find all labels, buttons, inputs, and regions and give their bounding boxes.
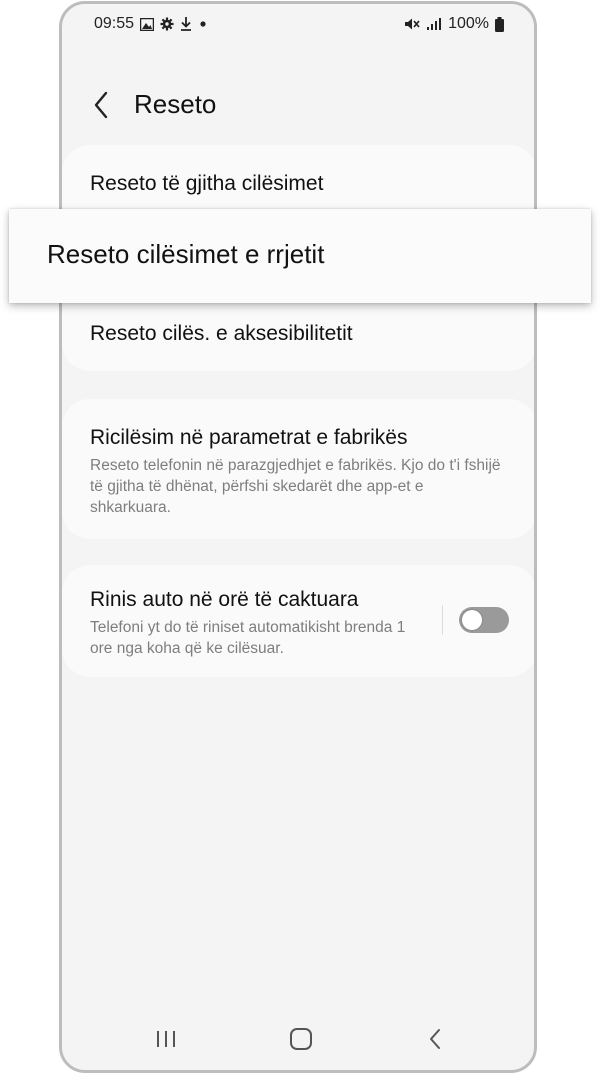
recent-apps-icon <box>157 1031 175 1047</box>
settings-gear-icon <box>160 17 174 31</box>
factory-reset-card: Ricilësim në parametrat e fabrikës Reset… <box>62 399 534 539</box>
home-button[interactable] <box>281 1024 321 1054</box>
reset-accessibility-settings-label: Reseto cilës. e aksesibilitetit <box>90 322 353 345</box>
battery-percent: 100% <box>448 15 489 32</box>
reset-network-settings-label: Reseto cilësimet e rrjetit <box>47 239 325 269</box>
auto-restart-card: Rinis auto në orë të caktuara Telefoni y… <box>62 565 534 677</box>
auto-restart-title: Rinis auto në orë të caktuara <box>90 588 359 611</box>
mute-icon <box>404 17 420 31</box>
download-icon <box>180 17 192 31</box>
nav-back-button[interactable] <box>415 1024 455 1054</box>
signal-icon <box>426 17 442 31</box>
phone-frame: 09:55 100% Reseto Reseto të gjitha cilës… <box>59 1 537 1073</box>
dot-icon <box>198 19 208 29</box>
back-icon <box>430 1029 440 1049</box>
app-header: Reseto <box>62 82 534 128</box>
page-title: Reseto <box>134 89 217 119</box>
reset-network-settings-item[interactable]: Reseto cilësimet e rrjetit <box>9 209 591 303</box>
toggle-knob <box>460 608 484 632</box>
status-left: 09:55 <box>94 15 208 33</box>
auto-restart-toggle[interactable] <box>459 607 509 633</box>
reset-all-settings-item[interactable]: Reseto të gjitha cilësimet <box>90 171 507 197</box>
back-button[interactable] <box>86 88 116 122</box>
factory-reset-description: Reseto telefonin në parazgjedhjet e fabr… <box>90 457 501 516</box>
reset-accessibility-settings-item[interactable]: Reseto cilës. e aksesibilitetit <box>90 321 507 347</box>
battery-icon <box>495 16 504 32</box>
toggle-divider <box>442 605 443 635</box>
status-time: 09:55 <box>94 15 135 32</box>
factory-reset-title: Ricilësim në parametrat e fabrikës <box>90 426 408 449</box>
navigation-bar <box>62 1016 534 1060</box>
auto-restart-item[interactable]: Rinis auto në orë të caktuara Telefoni y… <box>90 587 427 659</box>
status-bar: 09:55 100% <box>62 4 534 48</box>
factory-reset-item[interactable]: Ricilësim në parametrat e fabrikës Reset… <box>90 425 507 518</box>
auto-restart-toggle-area <box>442 605 509 635</box>
chevron-left-icon <box>94 91 108 119</box>
home-icon <box>290 1028 312 1050</box>
recent-apps-button[interactable] <box>146 1024 186 1054</box>
status-right: 100% <box>404 15 504 33</box>
gallery-icon <box>140 17 155 31</box>
reset-all-settings-label: Reseto të gjitha cilësimet <box>90 172 324 195</box>
auto-restart-description: Telefoni yt do të riniset automatikisht … <box>90 619 406 657</box>
